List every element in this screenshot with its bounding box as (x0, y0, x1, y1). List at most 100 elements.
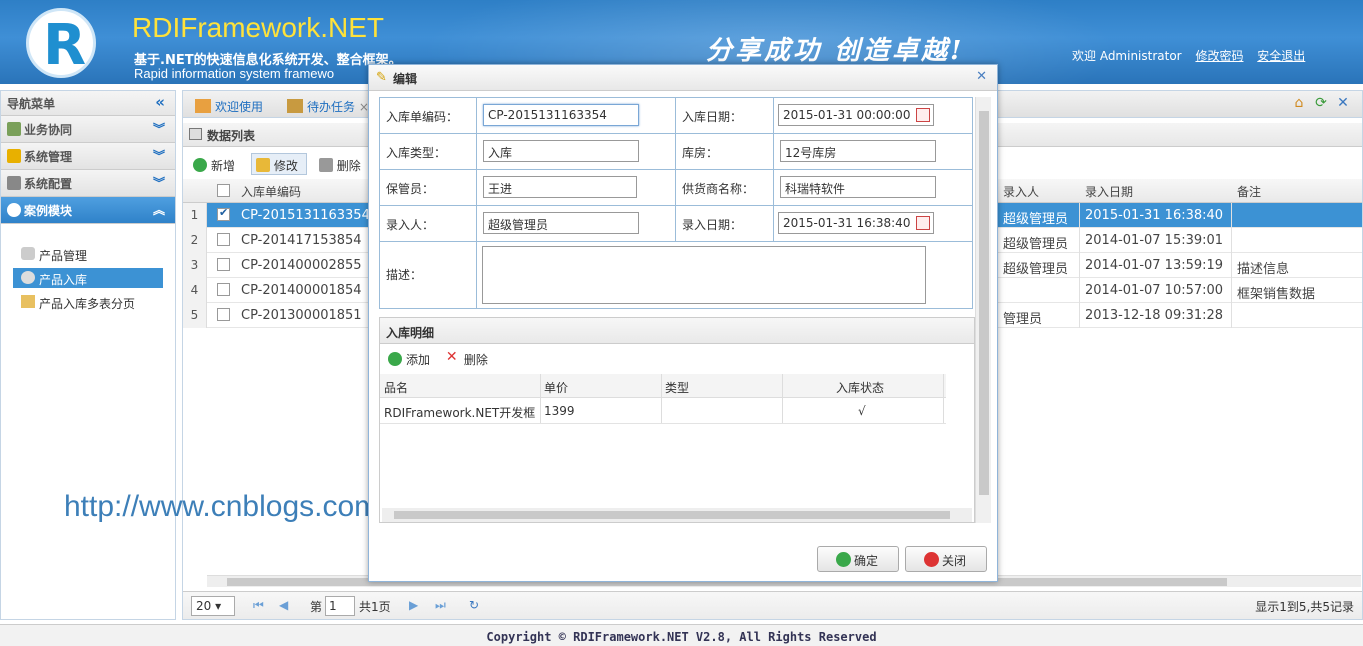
date-label-cell: 入库日期： (676, 98, 774, 134)
detail-horizontal-scrollbar[interactable] (382, 508, 972, 522)
edit-dialog: ✎ 编辑 ✕ 入库单编码： CP-2015131163354 入库日期： 201… (368, 64, 998, 582)
edit-button[interactable]: 修改 (250, 153, 307, 175)
col-entry-user[interactable]: 录入人 (1003, 183, 1039, 200)
close-button[interactable]: 关闭 (905, 546, 987, 572)
warehouse-label-cell: 库房： (676, 134, 774, 170)
task-icon (287, 99, 303, 113)
entry-user-value-cell: 超级管理员 (477, 206, 676, 242)
gear-icon (7, 203, 21, 217)
next-page-icon[interactable]: ▶ (409, 598, 418, 612)
refresh-icon[interactable]: ↻ (469, 598, 479, 612)
page-size-select[interactable]: 20 ▾ (191, 596, 235, 616)
change-password-link[interactable]: 修改密码 (1195, 49, 1243, 63)
warehouse-input[interactable]: 12号库房 (780, 140, 936, 162)
close-all-icon[interactable]: ✕ (1334, 95, 1352, 111)
col-price[interactable]: 单价 (544, 379, 568, 396)
row-checkbox[interactable] (217, 233, 230, 246)
sidebar-section-system[interactable]: 系统管理 ︾ (1, 143, 175, 170)
logo: R (26, 8, 96, 78)
sidebar-section-cases[interactable]: 案例模块 ︽ (1, 197, 175, 224)
ok-button[interactable]: 确定 (817, 546, 899, 572)
page-prefix: 第 (310, 600, 323, 614)
select-all-checkbox[interactable] (217, 184, 230, 197)
col-type[interactable]: 类型 (665, 379, 689, 396)
detail-add-button[interactable]: 添加 (386, 348, 436, 368)
calendar-icon[interactable] (916, 216, 930, 230)
box-icon (21, 247, 35, 260)
list-icon (189, 128, 202, 140)
close-icon[interactable]: ✕ (976, 69, 987, 84)
tab-todo[interactable]: 待办任务 × (279, 95, 375, 117)
keeper-value-cell: 王进 (477, 170, 676, 206)
scroll-thumb[interactable] (394, 511, 950, 519)
keeper-input[interactable]: 王进 (483, 176, 637, 198)
code-label-cell: 入库单编码： (380, 98, 477, 134)
type-value-cell: 入库 (477, 134, 676, 170)
col-status[interactable]: 入库状态 (836, 379, 884, 396)
home-icon[interactable]: ⌂ (1290, 95, 1308, 111)
supplier-value-cell: 科瑞特软件 (774, 170, 972, 206)
collapse-sidebar-icon[interactable]: « (155, 93, 165, 111)
dialog-footer: 确定 关闭 (369, 539, 997, 581)
logout-link[interactable]: 安全退出 (1257, 49, 1305, 63)
gear-icon (21, 271, 35, 284)
brand-title: RDIFramework.NET (132, 12, 385, 43)
code-input[interactable]: CP-2015131163354 (483, 104, 639, 126)
folder-icon (21, 295, 35, 308)
sidebar-title: 导航菜单 (7, 97, 56, 111)
page-total: 共1页 (359, 600, 391, 614)
supplier-input[interactable]: 科瑞特软件 (780, 176, 936, 198)
page-number-input[interactable]: 1 (325, 596, 355, 616)
brand-subtitle-en: Rapid information system framewo (134, 66, 335, 81)
desc-label-cell: 描述： (380, 242, 477, 308)
entry-date-input[interactable]: 2015-01-31 16:38:40 (778, 212, 934, 234)
entry-user-input[interactable]: 超级管理员 (483, 212, 639, 234)
first-page-icon[interactable]: ⏮ (253, 598, 264, 613)
row-checkbox[interactable] (217, 283, 230, 296)
add-button[interactable]: 新增 (189, 154, 243, 176)
col-code[interactable]: 入库单编码 (241, 183, 301, 200)
warehouse-value-cell: 12号库房 (774, 134, 972, 170)
col-remark[interactable]: 备注 (1237, 183, 1261, 200)
chevron-down-icon: ︾ (152, 149, 165, 163)
stockin-form: 入库单编码： CP-2015131163354 入库日期： 2015-01-31… (379, 97, 973, 309)
last-page-icon[interactable]: ⏭ (435, 598, 446, 613)
add-icon (388, 352, 402, 366)
dialog-header: ✎ 编辑 ✕ (369, 65, 997, 91)
type-input[interactable]: 入库 (483, 140, 639, 162)
dialog-body: 入库单编码： CP-2015131163354 入库日期： 2015-01-31… (377, 95, 977, 523)
home-icon (195, 99, 211, 113)
calendar-icon[interactable] (916, 108, 930, 122)
delete-button[interactable]: 删除 (315, 154, 369, 176)
lightning-icon (7, 149, 21, 163)
refresh-icon[interactable]: ⟳ (1312, 95, 1330, 111)
row-checkbox[interactable] (217, 206, 230, 221)
type-label-cell: 入库类型： (380, 134, 477, 170)
tab-tools: ⌂ ⟳ ✕ (1286, 95, 1356, 115)
footer: Copyright © RDIFramework.NET V2.8, All R… (0, 624, 1363, 646)
detail-delete-button[interactable]: ✕ 删除 (444, 348, 494, 368)
date-value-cell: 2015-01-31 00:00:00 (774, 98, 972, 134)
detail-grid-header: 品名 单价 类型 入库状态 (380, 374, 946, 398)
col-entry-date[interactable]: 录入日期 (1085, 183, 1133, 200)
scroll-thumb[interactable] (979, 111, 989, 495)
sidebar-section-collab[interactable]: 业务协同 ︾ (1, 116, 175, 143)
col-name[interactable]: 品名 (384, 379, 408, 396)
dialog-vertical-scrollbar[interactable] (975, 97, 991, 523)
tab-welcome[interactable]: 欢迎使用 (187, 95, 269, 117)
supplier-label-cell: 供货商名称： (676, 170, 774, 206)
sidebar-item-product-stockin[interactable]: 产品入库 (13, 268, 163, 288)
sidebar-item-product-mgmt[interactable]: 产品管理 (13, 244, 163, 264)
code-value-cell: CP-2015131163354 (477, 98, 676, 134)
table-row[interactable]: RDIFramework.NET开发框 1399 √ (380, 398, 946, 424)
sidebar-section-config[interactable]: 系统配置 ︾ (1, 170, 175, 197)
date-input[interactable]: 2015-01-31 00:00:00 (778, 104, 934, 126)
page-info: 显示1到5,共5记录 (1255, 600, 1354, 614)
check-icon (836, 552, 851, 567)
row-checkbox[interactable] (217, 308, 230, 321)
description-textarea[interactable] (482, 246, 926, 304)
cancel-icon (924, 552, 939, 567)
prev-page-icon[interactable]: ◀ (279, 598, 288, 612)
sidebar-item-product-stockin-paging[interactable]: 产品入库多表分页 (13, 292, 163, 312)
row-checkbox[interactable] (217, 258, 230, 271)
